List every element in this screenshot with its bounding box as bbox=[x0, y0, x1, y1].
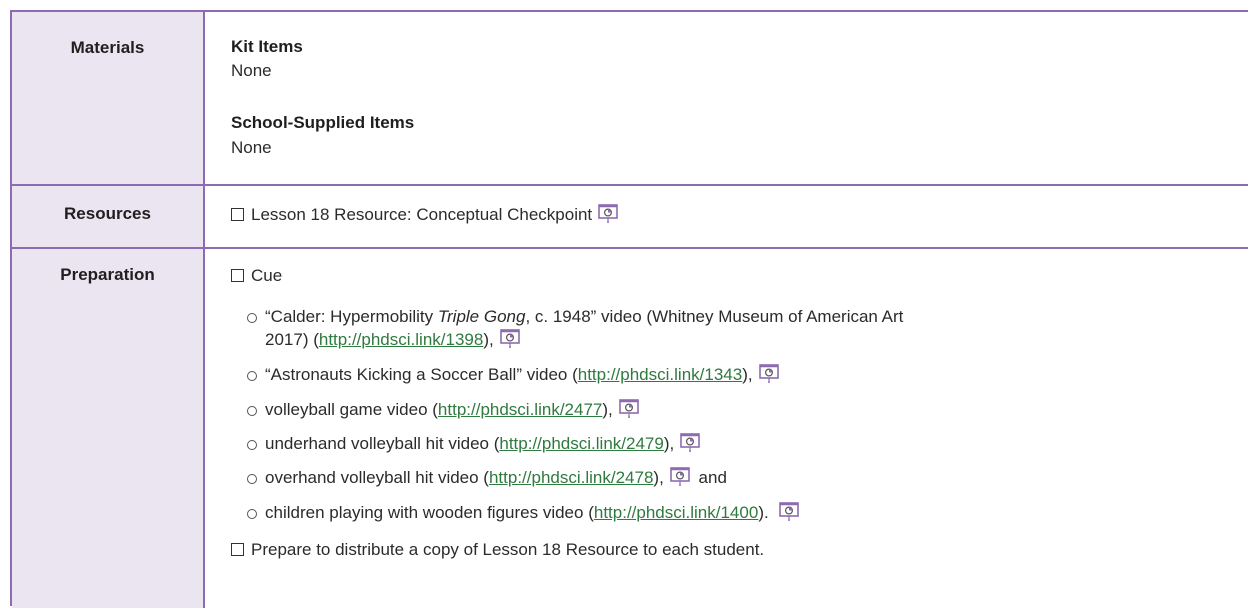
video-text: “Astronauts Kicking a Soccer Ball” video… bbox=[265, 364, 779, 386]
distribute-text: Prepare to distribute a copy of Lesson 1… bbox=[251, 540, 765, 559]
video-text-line1: “Calder: Hypermobility Triple Gong, c. 1… bbox=[265, 306, 903, 328]
video-title: “Astronauts Kicking a Soccer Ball” video… bbox=[265, 365, 578, 384]
presentation-icon bbox=[618, 399, 639, 418]
video-after: ), bbox=[663, 434, 675, 453]
video-title: overhand volleyball hit video ( bbox=[265, 468, 489, 487]
bullet-icon bbox=[247, 474, 257, 484]
video-title: underhand volleyball hit video ( bbox=[265, 434, 500, 453]
video-after: ), bbox=[602, 400, 613, 419]
cue-item: Cue bbox=[231, 265, 282, 287]
materials-label-cell: Materials bbox=[12, 12, 205, 184]
video-link[interactable]: http://phdsci.link/1343 bbox=[578, 365, 742, 384]
resource-item: Lesson 18 Resource: Conceptual Checkpoin… bbox=[231, 204, 618, 226]
bullet-icon bbox=[247, 406, 257, 416]
bullet-icon bbox=[247, 313, 257, 323]
preparation-label-cell: Preparation bbox=[12, 249, 205, 608]
resources-label: Resources bbox=[64, 204, 151, 223]
bullet-icon bbox=[247, 440, 257, 450]
kit-items-heading: Kit Items bbox=[231, 37, 303, 56]
video-title: volleyball game video ( bbox=[265, 400, 438, 419]
school-items-value: None bbox=[231, 138, 272, 157]
preparation-label: Preparation bbox=[60, 265, 155, 284]
resource-item-text: Lesson 18 Resource: Conceptual Checkpoin… bbox=[251, 205, 593, 224]
checkbox-icon bbox=[231, 543, 244, 556]
school-items-heading: School-Supplied Items bbox=[231, 113, 415, 132]
presentation-icon bbox=[499, 329, 520, 348]
cue-text: Cue bbox=[251, 266, 283, 285]
presentation-icon bbox=[598, 204, 618, 223]
video-link[interactable]: http://phdsci.link/1400 bbox=[594, 503, 758, 522]
checkbox-icon bbox=[231, 208, 244, 221]
distribute-item: Prepare to distribute a copy of Lesson 1… bbox=[231, 539, 764, 561]
preparation-row: Preparation Cue “Calder: Hypermobility T… bbox=[12, 249, 1248, 608]
video-link[interactable]: http://phdsci.link/1398 bbox=[319, 330, 483, 349]
video-year: 2017) ( bbox=[265, 330, 319, 349]
video-text: overhand volleyball hit video (http://ph… bbox=[265, 467, 727, 489]
materials-row: Materials Kit Items None School-Supplied… bbox=[12, 12, 1248, 186]
video-after: ). bbox=[758, 503, 769, 522]
video-text-line2: 2017) (http://phdsci.link/1398), bbox=[265, 329, 520, 351]
resources-content: Lesson 18 Resource: Conceptual Checkpoin… bbox=[231, 186, 1248, 247]
bullet-icon bbox=[247, 509, 257, 519]
materials-content: Kit Items None School-Supplied Items Non… bbox=[231, 12, 1248, 184]
video-title-italic: Triple Gong bbox=[437, 307, 526, 326]
video-text: volleyball game video (http://phdsci.lin… bbox=[265, 399, 639, 421]
bullet-icon bbox=[247, 371, 257, 381]
presentation-icon bbox=[670, 467, 690, 486]
video-title: children playing with wooden figures vid… bbox=[265, 503, 594, 522]
preparation-content: Cue “Calder: Hypermobility Triple Gong, … bbox=[231, 249, 1248, 608]
video-link[interactable]: http://phdsci.link/2479 bbox=[499, 434, 663, 453]
video-text: children playing with wooden figures vid… bbox=[265, 502, 799, 524]
presentation-icon bbox=[778, 502, 799, 521]
kit-items-value: None bbox=[231, 61, 272, 80]
video-link[interactable]: http://phdsci.link/2478 bbox=[489, 468, 653, 487]
resources-label-cell: Resources bbox=[12, 186, 205, 247]
presentation-icon bbox=[758, 364, 779, 383]
video-title-rest: , c. 1948” video (Whitney Museum of Amer… bbox=[525, 307, 904, 326]
video-after: ), bbox=[483, 330, 494, 349]
checkbox-icon bbox=[231, 269, 244, 282]
video-after: ), bbox=[742, 365, 753, 384]
video-text: underhand volleyball hit video (http://p… bbox=[265, 433, 701, 455]
video-after: ), bbox=[653, 468, 664, 487]
materials-label: Materials bbox=[70, 38, 145, 57]
materials-table: Materials Kit Items None School-Supplied… bbox=[10, 10, 1248, 608]
presentation-icon bbox=[680, 433, 701, 452]
video-link[interactable]: http://phdsci.link/2477 bbox=[438, 400, 602, 419]
video-title: “Calder: Hypermobility bbox=[265, 307, 438, 326]
video-tail: and bbox=[698, 468, 727, 487]
resources-row: Resources Lesson 18 Resource: Conceptual… bbox=[12, 186, 1248, 249]
